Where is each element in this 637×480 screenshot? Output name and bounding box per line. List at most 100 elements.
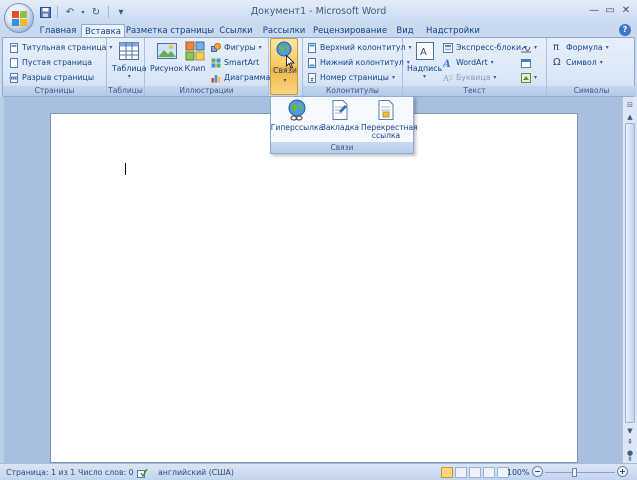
omega-icon: Ω <box>553 56 561 68</box>
tab-mailings[interactable]: Рассылки <box>262 23 306 38</box>
zoom-slider[interactable] <box>545 472 615 473</box>
close-button[interactable]: ✕ <box>619 3 633 17</box>
scroll-thumb[interactable] <box>625 123 635 423</box>
tab-addins[interactable]: Надстройки <box>426 23 480 38</box>
picture-label: Рисунок <box>150 64 184 73</box>
tab-review[interactable]: Рецензирование <box>313 23 387 38</box>
page-number-label: Номер страницы <box>320 73 389 82</box>
dropcap-label: Буквица <box>456 73 491 82</box>
quick-parts-icon <box>443 42 453 53</box>
web-layout-icon[interactable] <box>469 467 481 478</box>
clip-label: Клип <box>184 64 206 73</box>
links-button[interactable]: Связи ▾ <box>270 38 298 95</box>
scroll-up-icon[interactable]: ▲ <box>624 111 636 123</box>
tab-page-layout[interactable]: Разметка страницы <box>126 23 214 38</box>
group-text: A Надпись ▾ Экспресс-блоки ▾ A WordArt ▾ A… <box>403 38 547 96</box>
help-icon[interactable]: ? <box>619 24 631 36</box>
proofing-icon[interactable] <box>137 468 148 480</box>
date-time-button[interactable] <box>521 56 531 69</box>
quick-parts-button[interactable]: Экспресс-блоки ▾ <box>443 41 527 54</box>
cross-reference-button[interactable]: Перекрестная ссылка <box>359 99 418 140</box>
blank-page-button[interactable]: Пустая страница <box>9 56 92 69</box>
shapes-icon <box>211 42 221 52</box>
hyperlink-icon <box>288 99 306 121</box>
group-label-tables: Таблицы <box>107 86 144 96</box>
links-dropdown-arrow-icon: ▾ <box>283 77 287 84</box>
zoom-slider-thumb[interactable] <box>572 468 577 477</box>
equation-button[interactable]: π Формула ▾ <box>553 41 609 54</box>
vertical-ruler <box>0 97 4 463</box>
ruler-toggle-icon[interactable]: ⊟ <box>624 99 636 111</box>
zoom-level[interactable]: 100% <box>507 468 529 477</box>
page-number-button[interactable]: # Номер страницы ▾ <box>307 71 395 84</box>
group-symbols: π Формула ▾ Ω Символ ▾ Символы <box>547 38 636 96</box>
group-label-symbols: Символы <box>547 86 636 96</box>
office-button[interactable] <box>4 3 34 33</box>
wordart-button[interactable]: A WordArt ▾ <box>443 56 494 69</box>
zoom-in-icon[interactable] <box>617 466 628 479</box>
clipart-icon <box>185 41 205 61</box>
footer-button[interactable]: Нижний колонтитул ▾ <box>307 56 410 69</box>
table-label: Таблица <box>112 64 147 73</box>
group-label-pages: Страницы <box>3 86 106 96</box>
picture-icon <box>156 43 177 59</box>
hyperlink-label: Гиперссылка <box>270 123 324 132</box>
page-break-icon <box>9 72 19 83</box>
cover-page-button[interactable]: Титульная страница ▾ <box>9 41 112 54</box>
bookmark-button[interactable]: Закладка <box>321 99 359 132</box>
ribbon-tabs: Главная Вставка Разметка страницы Ссылки… <box>0 23 637 39</box>
chart-icon <box>211 74 221 82</box>
quick-parts-label: Экспресс-блоки <box>456 43 522 52</box>
vertical-scrollbar[interactable]: ⊟ ▲ ▼ ⇞ ● ⇟ <box>622 97 637 463</box>
minimize-button[interactable]: — <box>587 3 601 17</box>
next-page-icon[interactable]: ⇟ <box>624 455 636 463</box>
footer-label: Нижний колонтитул <box>320 58 404 67</box>
full-screen-reading-icon[interactable] <box>455 467 467 478</box>
footer-icon <box>308 57 316 68</box>
calendar-icon <box>521 58 531 68</box>
bookmark-label: Закладка <box>320 123 360 132</box>
smartart-button[interactable]: SmartArt <box>211 56 259 69</box>
language[interactable]: английский (США) <box>158 468 234 477</box>
signature-line-button[interactable]: ▾ <box>521 41 537 54</box>
title-bar: ↶ ▾ ↻ ▾ Документ1 - Microsoft Word — ▭ ✕ <box>0 0 637 33</box>
page-count[interactable]: Страница: 1 из 1 <box>6 468 75 477</box>
textbox-icon: A <box>415 42 434 60</box>
page-break-button[interactable]: Разрыв страницы <box>9 71 94 84</box>
smartart-label: SmartArt <box>224 58 260 67</box>
tab-view[interactable]: Вид <box>394 23 416 38</box>
word-count[interactable]: Число слов: 0 <box>78 468 134 477</box>
symbol-button[interactable]: Ω Символ ▾ <box>553 56 603 69</box>
picture-button[interactable]: Рисунок <box>150 40 183 73</box>
textbox-button[interactable]: A Надпись ▾ <box>407 40 442 80</box>
group-tables: Таблица ▾ Таблицы <box>107 38 147 96</box>
outline-view-icon[interactable] <box>483 467 495 478</box>
table-button[interactable]: Таблица ▾ <box>112 40 147 80</box>
object-icon <box>521 72 531 83</box>
chart-button[interactable]: Диаграмма <box>211 71 270 84</box>
maximize-button[interactable]: ▭ <box>603 3 617 17</box>
links-dropdown: Гиперссылка Закладка Перекрестная ссылка… <box>270 96 418 154</box>
equation-label: Формула <box>566 43 603 52</box>
object-button[interactable]: ▾ <box>521 71 537 84</box>
links-dropdown-label: Связи <box>271 142 413 153</box>
hyperlink-button[interactable]: Гиперссылка <box>270 99 324 132</box>
svg-text:#: # <box>310 77 314 83</box>
tab-home[interactable]: Главная <box>38 23 78 38</box>
shapes-button[interactable]: Фигуры ▾ <box>211 41 262 54</box>
cross-reference-label: Перекрестная ссылка <box>361 123 418 140</box>
tab-references[interactable]: Ссылки <box>217 23 255 38</box>
clip-button[interactable]: Клип <box>184 40 206 73</box>
document-page[interactable] <box>50 113 578 463</box>
group-label-text: Текст <box>403 86 546 96</box>
dropcap-button[interactable]: A Буквица ▾ <box>443 71 496 84</box>
text-cursor <box>125 163 126 175</box>
header-button[interactable]: Верхний колонтитул ▾ <box>307 41 412 54</box>
group-label-header-footer: Колонтитулы <box>303 86 402 96</box>
page-break-label: Разрыв страницы <box>22 73 94 82</box>
print-layout-view-icon[interactable] <box>441 467 453 478</box>
signature-icon <box>521 46 531 52</box>
textbox-label: Надпись <box>407 64 443 73</box>
mouse-cursor-icon <box>286 55 295 69</box>
zoom-out-icon[interactable] <box>532 466 543 479</box>
